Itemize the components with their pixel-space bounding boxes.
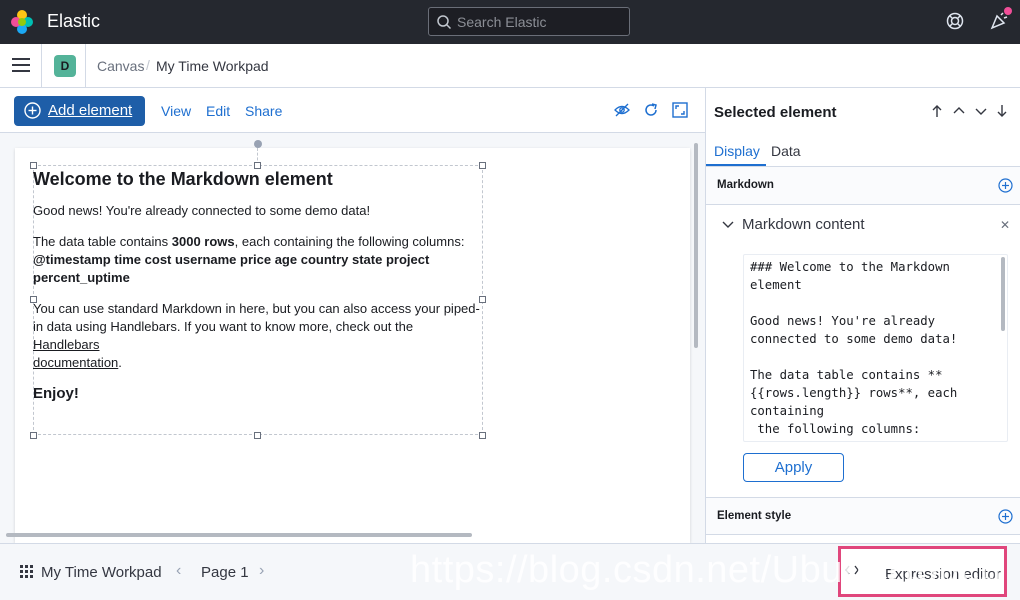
tab-data[interactable]: Data <box>771 143 801 159</box>
tab-display[interactable]: Display <box>714 143 760 159</box>
notification-dot <box>1004 7 1012 15</box>
resize-handle[interactable] <box>30 162 37 169</box>
watermark-caption: @稀土掘金技术社区 <box>868 576 995 592</box>
workpad-toolbar: Add element View Edit Share <box>0 88 705 133</box>
help-icon[interactable] <box>946 12 964 30</box>
markdown-paragraph: The data table contains 3000 rows, each … <box>33 234 465 285</box>
plus-circle-icon[interactable] <box>998 178 1013 193</box>
markdown-paragraph: You can use standard Markdown in here, b… <box>33 301 480 370</box>
breadcrumb-separator: / <box>146 57 150 73</box>
markdown-element: Welcome to the Markdown element Good new… <box>33 170 481 403</box>
markdown-content-label: Markdown content <box>742 216 865 233</box>
workpad-title[interactable]: My Time Workpad <box>41 564 162 581</box>
vertical-scrollbar[interactable] <box>694 143 698 348</box>
rotation-handle[interactable] <box>254 140 262 148</box>
divider <box>85 44 86 88</box>
add-element-label: Add element <box>48 102 133 119</box>
elastic-logo-icon[interactable] <box>10 10 34 34</box>
chevron-left-icon[interactable]: ‹ <box>176 562 181 580</box>
space-avatar[interactable]: D <box>54 55 76 77</box>
breadcrumb-workpad: My Time Workpad <box>156 58 269 74</box>
chevron-down-icon[interactable] <box>722 218 734 230</box>
menu-icon[interactable] <box>12 57 30 73</box>
brand-name[interactable]: Elastic <box>47 11 100 32</box>
fullscreen-icon[interactable] <box>672 102 688 118</box>
markdown-heading: Welcome to the Markdown element <box>33 169 333 189</box>
workpad-footer: My Time Workpad ‹ Page 1 › Expression ed… <box>0 543 1020 600</box>
resize-handle[interactable] <box>254 162 261 169</box>
markdown-code-editor[interactable]: ### Welcome to the Markdown element Good… <box>743 254 1008 442</box>
edit-menu[interactable]: Edit <box>206 103 230 119</box>
element-style-section-header: Element style <box>706 497 1020 535</box>
hide-icon[interactable] <box>614 102 630 118</box>
section-title: Markdown <box>717 179 774 191</box>
top-header: Elastic Search Elastic <box>0 0 1020 44</box>
chevron-right-icon[interactable]: › <box>259 562 264 580</box>
editor-scrollbar[interactable] <box>1001 257 1005 331</box>
element-sidebar: Selected element Display Data Markdown M… <box>705 88 1020 543</box>
share-menu[interactable]: Share <box>245 103 282 119</box>
refresh-icon[interactable] <box>643 102 659 118</box>
grid-icon[interactable] <box>20 565 33 578</box>
arrow-down-icon[interactable] <box>995 104 1009 118</box>
breadcrumb-canvas[interactable]: Canvas <box>97 58 144 74</box>
page-label[interactable]: Page 1 <box>201 564 249 581</box>
resize-handle[interactable] <box>479 432 486 439</box>
search-icon <box>437 15 452 30</box>
markdown-source: ### Welcome to the Markdown element Good… <box>750 260 958 441</box>
search-placeholder: Search Elastic <box>457 14 547 30</box>
plus-circle-icon[interactable] <box>998 509 1013 524</box>
documentation-link[interactable]: documentation <box>33 355 118 370</box>
section-title: Element style <box>717 510 792 522</box>
sidebar-title: Selected element <box>714 104 837 121</box>
markdown-section-header: Markdown <box>706 167 1020 205</box>
view-menu[interactable]: View <box>161 103 191 119</box>
markdown-paragraph: Good news! You're already connected to s… <box>33 203 371 218</box>
plus-circle-icon <box>24 102 41 119</box>
breadcrumb-bar: D Canvas / My Time Workpad <box>0 44 1020 88</box>
column-list: @timestamp time cost username price age … <box>33 252 430 285</box>
chevron-down-icon[interactable] <box>974 104 988 118</box>
horizontal-scrollbar[interactable] <box>6 533 472 537</box>
arrow-up-icon[interactable] <box>930 104 944 118</box>
chevron-up-icon[interactable] <box>952 104 966 118</box>
markdown-subheading: Enjoy! <box>33 385 79 402</box>
apply-button[interactable]: Apply <box>743 453 844 482</box>
handlebars-link[interactable]: Handlebars <box>33 337 100 352</box>
resize-handle[interactable] <box>30 432 37 439</box>
resize-handle[interactable] <box>479 162 486 169</box>
divider <box>41 44 42 88</box>
close-icon[interactable]: ✕ <box>1000 218 1010 232</box>
add-element-button[interactable]: Add element <box>14 96 145 126</box>
search-input[interactable]: Search Elastic <box>428 7 630 36</box>
resize-handle[interactable] <box>254 432 261 439</box>
